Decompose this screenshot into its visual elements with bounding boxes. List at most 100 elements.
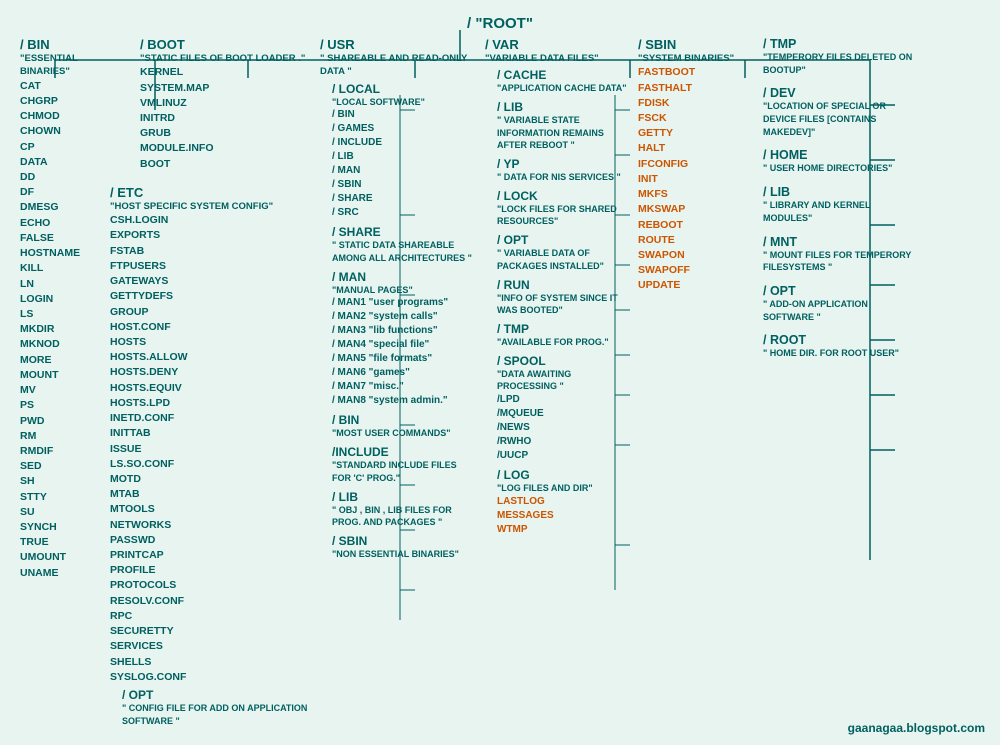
right-opt-title: / OPT xyxy=(763,284,796,298)
var-column: / VAR "VARIABLE DATA FILES" / CACHE "APP… xyxy=(485,37,630,545)
right-mnt-title: / MNT xyxy=(763,235,797,249)
right-home-title: / HOME xyxy=(763,148,807,162)
var-desc: "VARIABLE DATA FILES" xyxy=(485,53,599,64)
right-tmp-section: / TMP "TEMPERORY FILES DELETED ON BOOTUP… xyxy=(763,37,913,76)
var-spool-section: / SPOOL "DATA AWAITING PROCESSING " /LPD… xyxy=(497,354,630,463)
usr-local-title: / LOCAL xyxy=(332,82,380,96)
right-lib-section: / LIB " LIBRARY AND KERNEL MODULES" xyxy=(763,185,913,224)
right-mnt-desc: " MOUNT FILES FOR TEMPERORY FILESYSTEMS … xyxy=(763,250,911,273)
var-opt-desc: " VARIABLE DATA OF PACKAGES INSTALLED" xyxy=(497,248,604,271)
usr-local-desc: "LOCAL SOFTWARE" xyxy=(332,97,425,107)
right-dev-title: / DEV xyxy=(763,86,796,100)
usr-man-title: / MAN xyxy=(332,270,366,284)
usr-column: / USR " SHAREABLE AND READ-ONLY DATA " /… xyxy=(320,37,475,569)
right-mnt-section: / MNT " MOUNT FILES FOR TEMPERORY FILESY… xyxy=(763,235,913,274)
right-tmp-desc: "TEMPERORY FILES DELETED ON BOOTUP" xyxy=(763,52,912,75)
right-home-section: / HOME " USER HOME DIRECTORIES" xyxy=(763,148,913,175)
var-tmp-section: / TMP "AVAILABLE FOR PROG." xyxy=(497,322,630,349)
right-lib-title: / LIB xyxy=(763,185,790,199)
usr-bin-desc: "MOST USER COMMANDS" xyxy=(332,428,451,438)
right-dev-desc: "LOCATION OF SPECIAL OR DEVICE FILES [CO… xyxy=(763,101,886,136)
bin-desc: "ESSENTIAL BINARIES" xyxy=(20,53,78,77)
sbin-column: / SBIN "SYSTEM BINARIES" FASTBOOT FASTHA… xyxy=(638,37,748,302)
right-home-desc: " USER HOME DIRECTORIES" xyxy=(763,163,892,173)
etc-desc: "HOST SPECIFIC SYSTEM CONFIG" xyxy=(110,201,273,212)
bin-title: / BIN xyxy=(20,37,50,52)
right-opt-section: / OPT " ADD-ON APPLICATION SOFTWARE " xyxy=(763,284,913,323)
sbin-title: / SBIN xyxy=(638,37,676,52)
right-lib-desc: " LIBRARY AND KERNEL MODULES" xyxy=(763,200,870,223)
boot-section: / BOOT "STATIC FILES OF BOOT LOADER ." K… xyxy=(140,37,310,172)
usr-lib-desc: " OBJ , BIN , LIB FILES FOR PROG. AND PA… xyxy=(332,505,452,528)
usr-man-section: / MAN "MANUAL PAGES" / MAN1 "user progra… xyxy=(332,270,475,409)
usr-local-section: / LOCAL "LOCAL SOFTWARE" / BIN / GAMES /… xyxy=(332,82,475,221)
var-yp-title: / YP xyxy=(497,157,519,171)
usr-include-section: /INCLUDE "STANDARD INCLUDE FILES FOR 'C'… xyxy=(332,445,475,484)
boot-files: KERNEL SYSTEM.MAP VMLINUZ INITRD GRUB MO… xyxy=(140,65,310,172)
usr-sbin-section: / SBIN "NON ESSENTIAL BINARIES" xyxy=(332,534,475,561)
usr-section: / USR " SHAREABLE AND READ-ONLY DATA " /… xyxy=(320,37,475,561)
var-lock-title: / LOCK xyxy=(497,189,538,203)
right-tmp-title: / TMP xyxy=(763,37,796,51)
usr-include-desc: "STANDARD INCLUDE FILES FOR 'C' PROG." xyxy=(332,460,457,483)
usr-man-desc: "MANUAL PAGES" xyxy=(332,285,413,295)
var-tmp-desc: "AVAILABLE FOR PROG." xyxy=(497,337,609,347)
sbin-section: / SBIN "SYSTEM BINARIES" FASTBOOT FASTHA… xyxy=(638,37,748,294)
boot-title: / BOOT xyxy=(140,37,185,52)
right-column: / TMP "TEMPERORY FILES DELETED ON BOOTUP… xyxy=(763,37,913,370)
var-run-desc: "INFO OF SYSTEM SINCE IT WAS BOOTED" xyxy=(497,293,618,316)
var-spool-items: /LPD /MQUEUE /NEWS /RWHO /UUCP xyxy=(497,393,630,463)
var-lock-desc: "LOCK FILES FOR SHARED RESOURCES" xyxy=(497,204,617,227)
usr-bin-title: / BIN xyxy=(332,413,359,427)
var-cache-section: / CACHE "APPLICATION CACHE DATA" xyxy=(497,68,630,95)
var-yp-desc: " DATA FOR NIS SERVICES " xyxy=(497,172,621,182)
var-log-title: / LOG xyxy=(497,468,530,482)
var-log-items: LASTLOG MESSAGES WTMP xyxy=(497,495,630,537)
boot-etc-column: / BOOT "STATIC FILES OF BOOT LOADER ." K… xyxy=(110,37,310,735)
var-spool-desc: "DATA AWAITING PROCESSING " xyxy=(497,369,571,392)
etc-title: / ETC xyxy=(110,185,143,200)
var-log-section: / LOG "LOG FILES AND DIR" LASTLOG MESSAG… xyxy=(497,468,630,537)
var-cache-title: / CACHE xyxy=(497,68,546,82)
var-cache-desc: "APPLICATION CACHE DATA" xyxy=(497,83,627,93)
usr-share-section: / SHARE " STATIC DATA SHAREABLE AMONG AL… xyxy=(332,225,475,264)
etc-section: / ETC "HOST SPECIFIC SYSTEM CONFIG" CSH.… xyxy=(110,185,310,728)
usr-share-title: / SHARE xyxy=(332,225,381,239)
var-section: / VAR "VARIABLE DATA FILES" / CACHE "APP… xyxy=(485,37,630,537)
sbin-desc: "SYSTEM BINARIES" xyxy=(638,53,734,64)
right-root-desc: " HOME DIR. FOR ROOT USER" xyxy=(763,348,899,358)
etc-opt-title: / OPT xyxy=(122,688,153,702)
usr-lib-section: / LIB " OBJ , BIN , LIB FILES FOR PROG. … xyxy=(332,490,475,529)
usr-local-items: / BIN / GAMES / INCLUDE / LIB / MAN / SB… xyxy=(332,108,475,220)
right-dev-section: / DEV "LOCATION OF SPECIAL OR DEVICE FIL… xyxy=(763,86,913,138)
bin-files: CAT CHGRP CHMOD CHOWN CP DATA DD DF DMES… xyxy=(20,79,105,581)
page-container: / "ROOT" / BIN "ESSENTIAL BINARIES" CAT … xyxy=(0,0,1000,745)
watermark: gaanagaa.blogspot.com xyxy=(848,721,985,735)
var-opt-title: / OPT xyxy=(497,233,528,247)
usr-sbin-title: / SBIN xyxy=(332,534,367,548)
var-lib-title: / LIB xyxy=(497,100,523,114)
var-title: / VAR xyxy=(485,37,519,52)
usr-include-title: /INCLUDE xyxy=(332,445,389,459)
var-spool-title: / SPOOL xyxy=(497,354,546,368)
usr-sbin-desc: "NON ESSENTIAL BINARIES" xyxy=(332,549,459,559)
var-tmp-title: / TMP xyxy=(497,322,529,336)
usr-title: / USR xyxy=(320,37,355,52)
main-layout: / BIN "ESSENTIAL BINARIES" CAT CHGRP CHM… xyxy=(10,37,990,735)
right-root-section: / ROOT " HOME DIR. FOR ROOT USER" xyxy=(763,333,913,360)
var-yp-section: / YP " DATA FOR NIS SERVICES " xyxy=(497,157,630,184)
var-lib-section: / LIB " VARIABLE STATE INFORMATION REMAI… xyxy=(497,100,630,152)
boot-desc: "STATIC FILES OF BOOT LOADER ." xyxy=(140,53,305,64)
var-run-title: / RUN xyxy=(497,278,530,292)
sbin-files: FASTBOOT FASTHALT FDISK FSCK GETTY HALT … xyxy=(638,65,748,293)
var-log-desc: "LOG FILES AND DIR" xyxy=(497,483,593,493)
var-run-section: / RUN "INFO OF SYSTEM SINCE IT WAS BOOTE… xyxy=(497,278,630,317)
usr-bin-section: / BIN "MOST USER COMMANDS" xyxy=(332,413,475,440)
right-root-title: / ROOT xyxy=(763,333,806,347)
var-opt-section: / OPT " VARIABLE DATA OF PACKAGES INSTAL… xyxy=(497,233,630,272)
etc-files: CSH.LOGIN EXPORTS FSTAB FTPUSERS GATEWAY… xyxy=(110,213,310,685)
right-opt-desc: " ADD-ON APPLICATION SOFTWARE " xyxy=(763,299,868,322)
usr-lib-title: / LIB xyxy=(332,490,358,504)
root-label: / "ROOT" xyxy=(10,10,990,32)
var-lib-desc: " VARIABLE STATE INFORMATION REMAINS AFT… xyxy=(497,115,604,150)
